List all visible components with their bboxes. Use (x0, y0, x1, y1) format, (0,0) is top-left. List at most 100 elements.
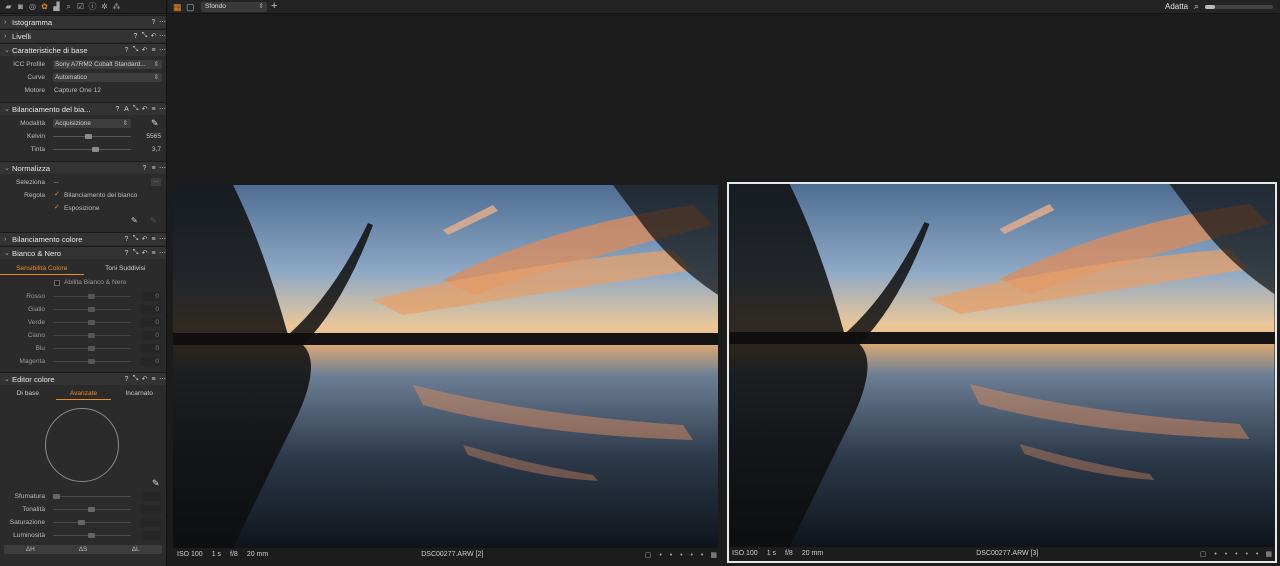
help-icon[interactable]: ? (122, 376, 131, 383)
bw-value-box[interactable]: 0 (141, 344, 161, 353)
chevron-right-icon[interactable]: › (4, 33, 12, 40)
kelvin-knob[interactable] (85, 134, 92, 139)
picker-icon[interactable]: ⤡ (131, 235, 140, 243)
tint-value[interactable]: 3,7 (135, 146, 161, 153)
chevron-down-icon[interactable]: ⌄ (4, 105, 12, 113)
tab-advanced[interactable]: Avanzate (55, 389, 112, 400)
lens-icon[interactable]: ◎ (28, 2, 37, 11)
grid-view-icon[interactable]: ▦ (173, 2, 182, 13)
more-icon[interactable]: ⋯ (158, 375, 166, 383)
picker-icon[interactable]: ⤡ (131, 375, 140, 383)
color-tab-icon[interactable]: ✿ (40, 2, 49, 11)
zoom-slider[interactable] (1205, 5, 1273, 9)
color-wheel[interactable] (45, 408, 119, 482)
reset-icon[interactable]: ↶ (149, 32, 158, 40)
rating-dots[interactable]: ▢ • • • • • (1200, 550, 1262, 558)
panel-header-color-editor[interactable]: ⌄ Editor colore ? ⤡ ↶ ≡ ⋯ (0, 372, 166, 385)
bw-slider[interactable] (53, 307, 131, 312)
more-icon[interactable]: ⋯ (158, 32, 166, 40)
image-viewer-2-selected[interactable]: ISO 100 1 s f/8 20 mm DSC00277.ARW [3] ▢… (727, 182, 1277, 563)
more-icon[interactable]: ⋯ (158, 46, 166, 54)
more-icon[interactable]: ⋯ (158, 249, 166, 257)
panel-header-histogram[interactable]: › Istogramma ? ⋯ (0, 15, 166, 28)
picker-icon[interactable]: ⤡ (131, 249, 140, 257)
chevron-right-icon[interactable]: › (4, 19, 12, 26)
help-icon[interactable]: ? (122, 47, 131, 54)
bw-value-box[interactable]: 0 (141, 318, 161, 327)
help-icon[interactable]: ? (140, 165, 149, 172)
enable-bw-checkbox[interactable] (54, 280, 60, 286)
bw-slider-knob[interactable] (88, 346, 95, 351)
output-icon[interactable]: ✲ (100, 2, 109, 11)
help-icon[interactable]: ? (131, 33, 140, 40)
bw-slider[interactable] (53, 320, 131, 325)
delta-sat-button[interactable]: ΔS (57, 545, 110, 554)
bw-slider-knob[interactable] (88, 320, 95, 325)
auto-icon[interactable]: A (122, 106, 131, 113)
pick-button[interactable]: … (151, 178, 161, 186)
picker-icon[interactable]: ⤡ (140, 32, 149, 40)
bw-value-box[interactable]: 0 (141, 292, 161, 301)
metadata-icon[interactable]: ⓘ (88, 2, 97, 11)
tab-basic[interactable]: Di base (0, 389, 56, 400)
bw-slider[interactable] (53, 359, 131, 364)
dropper-apply-icon[interactable]: ✎ (150, 216, 157, 225)
panel-header-levels[interactable]: › Livelli ? ⤡ ↶ ⋯ (0, 29, 166, 42)
color-editor-slider-knob[interactable] (88, 507, 95, 512)
bw-slider[interactable] (53, 346, 131, 351)
picker-icon[interactable]: ⤡ (131, 105, 140, 113)
reset-icon[interactable]: ↶ (140, 375, 149, 383)
tab-color-sensitivity[interactable]: Sensibilità Colore (0, 264, 84, 275)
list-icon[interactable]: ≡ (149, 250, 158, 257)
eyedropper-icon[interactable]: ✎ (151, 118, 159, 129)
picker-icon[interactable]: ⤡ (131, 46, 140, 54)
tint-knob[interactable] (92, 147, 99, 152)
checkmark-icon[interactable]: ✓ (54, 204, 60, 211)
tab-split-tones[interactable]: Toni Suddivisi (84, 264, 167, 275)
bw-slider-knob[interactable] (88, 307, 95, 312)
chevron-right-icon[interactable]: › (4, 236, 12, 243)
color-editor-value-box[interactable] (141, 531, 161, 540)
help-icon[interactable]: ? (122, 250, 131, 257)
panel-header-normalize[interactable]: ⌄ Normalizza ? ≡ ⋯ (0, 161, 166, 174)
delta-hue-button[interactable]: ΔH (4, 545, 57, 554)
kelvin-slider[interactable] (53, 134, 131, 139)
color-tag-icon[interactable]: ▦ (710, 551, 717, 559)
reset-icon[interactable]: ↶ (140, 235, 149, 243)
help-icon[interactable]: ? (149, 19, 158, 26)
color-editor-slider[interactable] (53, 520, 131, 525)
color-editor-slider[interactable] (53, 533, 131, 538)
more-icon[interactable]: ⋯ (158, 105, 166, 113)
list-icon[interactable]: ≡ (149, 106, 158, 113)
color-editor-value-box[interactable] (141, 492, 161, 501)
single-view-icon[interactable]: ▢ (186, 2, 195, 13)
reset-icon[interactable]: ↶ (140, 105, 149, 113)
tab-skin-tone[interactable]: Incarnato (111, 389, 166, 400)
checkmark-icon[interactable]: ✓ (54, 191, 60, 198)
bw-value-box[interactable]: 0 (141, 331, 161, 340)
more-icon[interactable]: ⋯ (158, 235, 166, 243)
wb-mode-select[interactable]: Acquisizione ⇕ (53, 119, 131, 128)
list-icon[interactable]: ≡ (149, 376, 158, 383)
help-icon[interactable]: ? (113, 106, 122, 113)
folder-icon[interactable]: ▰ (4, 2, 13, 11)
more-icon[interactable]: ⋯ (158, 18, 166, 26)
list-icon[interactable]: ≡ (149, 236, 158, 243)
delta-lum-button[interactable]: ΔL (109, 545, 162, 554)
icc-profile-select[interactable]: Sony A7RM2 Cobalt Standard... ⇕ (53, 60, 162, 69)
color-editor-value-box[interactable] (141, 518, 161, 527)
color-editor-slider-knob[interactable] (53, 494, 60, 499)
exposure-icon[interactable]: ▟ (52, 2, 61, 11)
fit-button[interactable]: Adatta (1165, 2, 1188, 11)
chevron-down-icon[interactable]: ⌄ (4, 249, 12, 257)
bw-slider[interactable] (53, 333, 131, 338)
list-icon[interactable]: ≡ (149, 47, 158, 54)
curve-select[interactable]: Automatico ⇕ (53, 73, 162, 82)
panel-header-base-characteristics[interactable]: ⌄ Caratteristiche di base ? ⤡ ↶ ≡ ⋯ (0, 43, 166, 56)
color-editor-slider[interactable] (53, 494, 131, 499)
chevron-down-icon[interactable]: ⌄ (4, 375, 12, 383)
add-icon[interactable]: + (271, 0, 277, 12)
bw-slider-knob[interactable] (88, 294, 95, 299)
panel-header-white-balance[interactable]: ⌄ Bilanciamento del bia... ? A ⤡ ↶ ≡ ⋯ (0, 102, 166, 115)
more-icon[interactable]: ⋯ (158, 164, 166, 172)
